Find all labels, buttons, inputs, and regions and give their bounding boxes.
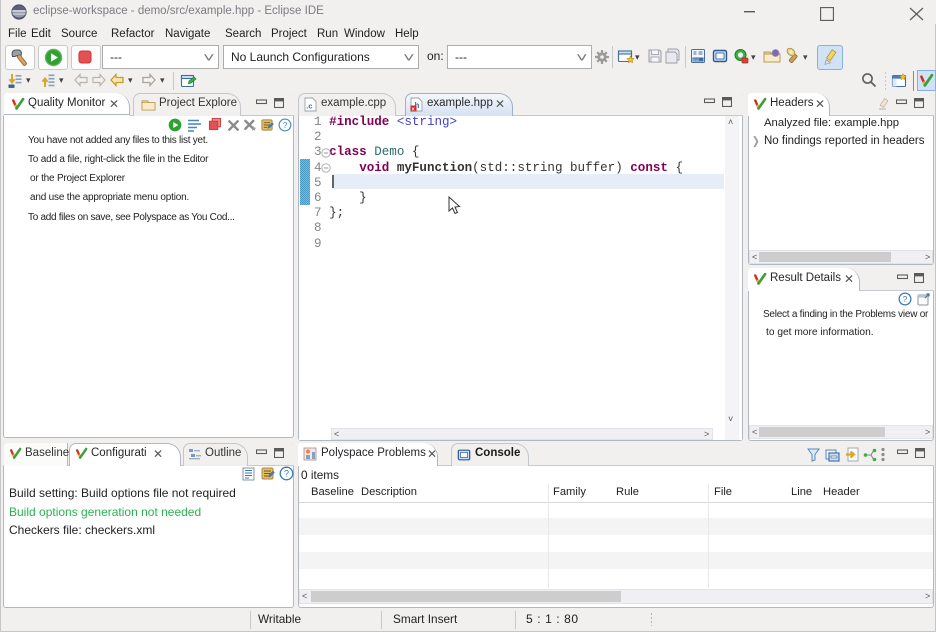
svg-text:?: ? [284, 469, 289, 479]
svg-text:?: ? [283, 121, 288, 130]
svg-text:?: ? [903, 294, 908, 304]
svg-text:.c: .c [306, 102, 312, 111]
svg-text:010: 010 [693, 58, 699, 62]
